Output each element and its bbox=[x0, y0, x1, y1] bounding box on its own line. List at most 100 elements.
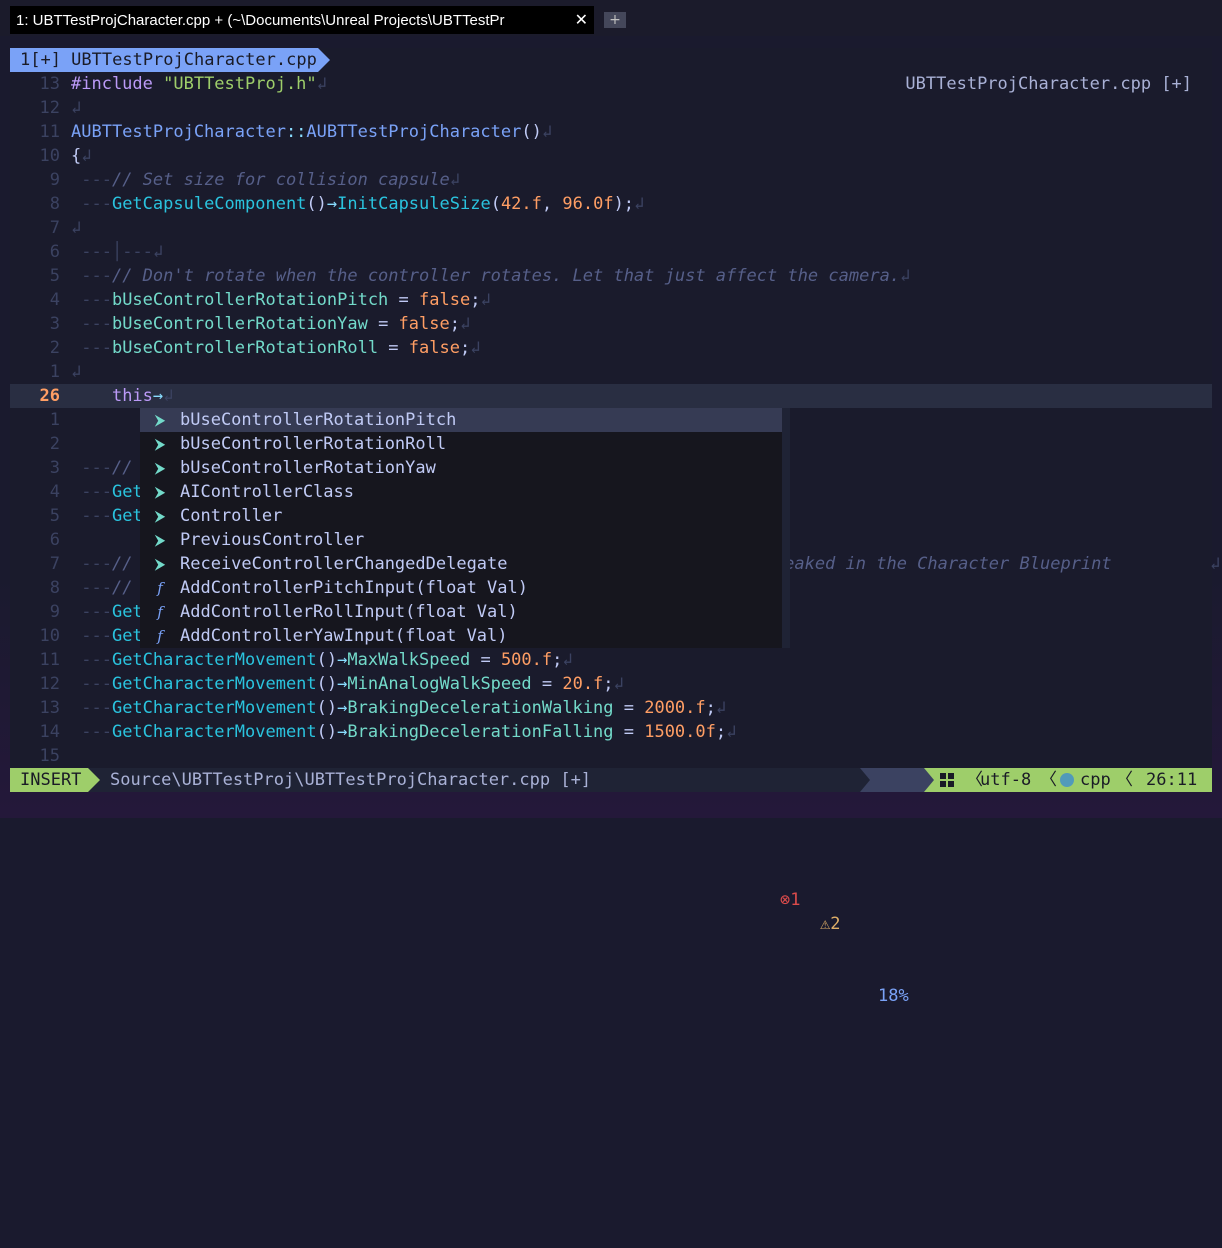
code-line[interactable]: 5 ---// Don't rotate when the controller… bbox=[10, 264, 1212, 288]
indent-guide: --- bbox=[71, 266, 112, 286]
chevron-left-icon: 〈 bbox=[1040, 770, 1057, 790]
eol-marker: ↲ bbox=[470, 338, 481, 358]
completion-label: Controller bbox=[180, 506, 283, 526]
code-token: Get bbox=[111, 482, 143, 502]
line-code: ---//can be tweaked in the Character Blu… bbox=[71, 552, 1220, 576]
code-line[interactable]: 1 ↲ bbox=[10, 360, 1212, 384]
completion-item[interactable]: ⮞ PreviousController bbox=[140, 528, 790, 552]
line-number: 26 bbox=[39, 386, 60, 406]
scroll-percent: 18% bbox=[878, 986, 909, 1006]
code-token: ); bbox=[613, 194, 635, 214]
field-icon: ⮞ bbox=[154, 507, 166, 525]
code-token: │--- bbox=[111, 242, 153, 262]
buffer-tab[interactable]: 1[+] UBTTestProjCharacter.cpp bbox=[10, 48, 318, 72]
code-token: ; bbox=[459, 338, 471, 358]
field-icon: ⮞ bbox=[154, 411, 166, 429]
code-token: GetCharacterMovement bbox=[111, 650, 317, 670]
code-token: ; bbox=[449, 314, 460, 334]
line-code: ---GetCharacterMovement()→MaxWalkSpeed =… bbox=[71, 648, 572, 672]
mode-indicator: INSERT bbox=[10, 768, 88, 792]
completion-item[interactable]: f AddControllerYawInput(float Val) bbox=[140, 624, 790, 648]
code-token: AUBTTestProjCharacter bbox=[71, 122, 286, 142]
code-token: BrakingDecelerationWalking bbox=[347, 698, 614, 718]
line-code: ---GetCapsuleComponent()→InitCapsuleSize… bbox=[71, 192, 644, 216]
line-number: 9 bbox=[49, 170, 60, 190]
eol-marker: ↲ bbox=[1210, 554, 1221, 574]
function-icon: f bbox=[157, 627, 163, 645]
code-line[interactable]: 12 ↲ bbox=[10, 96, 1212, 120]
indent-guide: --- bbox=[71, 650, 112, 670]
terminal-tab[interactable]: 1: UBTTestProjCharacter.cpp + (~\Documen… bbox=[10, 6, 594, 34]
code-line[interactable]: 11 ---GetCharacterMovement()→MaxWalkSpee… bbox=[10, 648, 1212, 672]
completion-item[interactable]: ⮞ bUseControllerRotationYaw bbox=[140, 456, 790, 480]
field-icon: ⮞ bbox=[154, 483, 166, 501]
code-line[interactable]: 12 ---GetCharacterMovement()→MinAnalogWa… bbox=[10, 672, 1212, 696]
code-token: = bbox=[531, 674, 563, 694]
line-code: ---bUseControllerRotationRoll = false;↲ bbox=[71, 336, 480, 360]
indent-guide: --- bbox=[71, 602, 112, 622]
code-line[interactable]: 10 {↲ bbox=[10, 144, 1212, 168]
completion-item[interactable]: ⮞ ReceiveControllerChangedDelegate bbox=[140, 552, 790, 576]
code-token: :: bbox=[285, 122, 307, 142]
indent-guide: --- bbox=[71, 482, 112, 502]
editor[interactable]: 1[+] UBTTestProjCharacter.cpp UBTTestPro… bbox=[10, 48, 1220, 1006]
completion-label: AddControllerRollInput(float Val) bbox=[180, 602, 518, 622]
code-token: Get bbox=[111, 626, 143, 646]
eol-marker: ↲ bbox=[152, 242, 164, 262]
line-code: ---Get bbox=[71, 600, 142, 624]
indent-guide: --- bbox=[71, 290, 112, 310]
code-line[interactable]: 3 ---bUseControllerRotationYaw = false;↲ bbox=[10, 312, 1212, 336]
line-code: ---// Don't rotate when the controller r… bbox=[71, 264, 910, 288]
completion-item[interactable]: ⮞ Controller bbox=[140, 504, 790, 528]
code-line[interactable]: 15 bbox=[10, 744, 1212, 768]
completion-item[interactable]: ⮞ bUseControllerRotationPitch bbox=[140, 408, 790, 432]
line-code: ---bUseControllerRotationYaw = false;↲ bbox=[71, 312, 470, 336]
code-token: ; bbox=[552, 650, 563, 670]
code-line[interactable]: 4 ---bUseControllerRotationPitch = false… bbox=[10, 288, 1212, 312]
indent-guide: --- bbox=[71, 722, 112, 742]
completion-item[interactable]: ⮞ AIControllerClass bbox=[140, 480, 790, 504]
completion-label: ReceiveControllerChangedDelegate bbox=[180, 554, 508, 574]
warning-count[interactable]: ⚠2 bbox=[820, 912, 841, 936]
completion-item[interactable]: ⮞ bUseControllerRotationRoll bbox=[140, 432, 790, 456]
code-line[interactable]: 13 ---GetCharacterMovement()→BrakingDece… bbox=[10, 696, 1212, 720]
code-line[interactable]: 7 ↲ bbox=[10, 216, 1212, 240]
code-token: 1500.0f bbox=[644, 722, 716, 742]
close-icon[interactable]: ✕ bbox=[575, 10, 588, 29]
completion-item[interactable]: f AddControllerPitchInput(float Val) bbox=[140, 576, 790, 600]
warning-count-value: 2 bbox=[830, 914, 841, 934]
code-token: → bbox=[337, 722, 348, 742]
error-count[interactable]: ⊗1 bbox=[780, 888, 801, 912]
line-number: 7 bbox=[49, 218, 60, 238]
code-token: // Set size for collision capsule bbox=[111, 170, 450, 190]
code-token: false bbox=[408, 338, 460, 358]
completion-label: AddControllerPitchInput(float Val) bbox=[180, 578, 528, 598]
encoding: utf-8 bbox=[980, 770, 1032, 790]
code-token: GetCapsuleComponent bbox=[111, 194, 307, 214]
code-token: → bbox=[326, 194, 338, 214]
line-code: ---│---↲ bbox=[71, 240, 163, 264]
code-token: MaxWalkSpeed bbox=[347, 650, 471, 670]
completion-scrollbar[interactable] bbox=[782, 408, 790, 648]
code-line[interactable]: 9 ---// Set size for collision capsule↲ bbox=[10, 168, 1212, 192]
line-number: 15 bbox=[39, 746, 60, 766]
code-token: bUseControllerRotationPitch bbox=[111, 290, 389, 310]
completion-menu[interactable]: ⮞ bUseControllerRotationPitch ⮞ bUseControl… bbox=[140, 408, 790, 648]
line-code: ---GetCharacterMovement()→BrakingDeceler… bbox=[71, 696, 726, 720]
indent-guide: --- bbox=[71, 194, 112, 214]
current-line[interactable]: 26 this→↲ bbox=[10, 384, 1212, 408]
code-line[interactable]: 13 #include "UBTTestProj.h"↲ bbox=[10, 72, 1212, 96]
line-code: AUBTTestProjCharacter::AUBTTestProjChara… bbox=[71, 120, 552, 144]
code-line[interactable]: 2 ---bUseControllerRotationRoll = false;… bbox=[10, 336, 1212, 360]
code-line[interactable]: 6 ---│---↲ bbox=[10, 240, 1212, 264]
code-line[interactable]: 8 ---GetCapsuleComponent()→InitCapsuleSi… bbox=[10, 192, 1212, 216]
line-code: ---// Set size for collision capsule↲ bbox=[71, 168, 460, 192]
code-line[interactable]: 14 ---GetCharacterMovement()→BrakingDece… bbox=[10, 720, 1212, 744]
eol-marker: ↲ bbox=[71, 362, 82, 382]
completion-item[interactable]: f AddControllerRollInput(float Val) bbox=[140, 600, 790, 624]
code-line[interactable]: 11 AUBTTestProjCharacter::AUBTTestProjCha… bbox=[10, 120, 1212, 144]
eol-marker: ↲ bbox=[81, 146, 92, 166]
code-token: 20.f bbox=[562, 674, 604, 694]
code-token: → bbox=[337, 674, 348, 694]
new-tab-button[interactable]: + bbox=[604, 12, 626, 28]
